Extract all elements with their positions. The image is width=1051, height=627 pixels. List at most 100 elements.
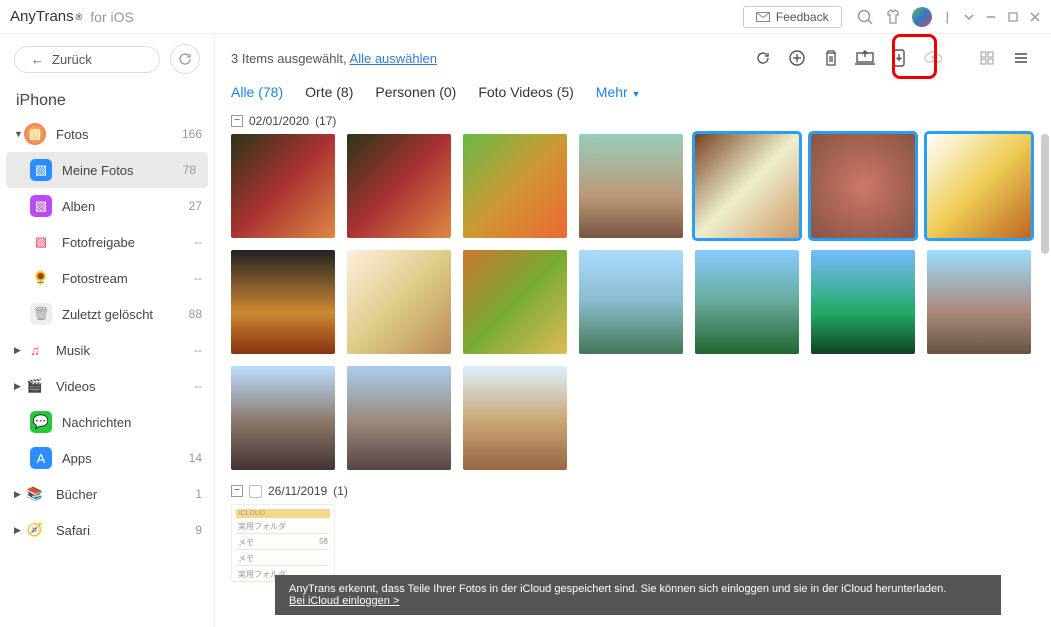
refresh-icon[interactable] bbox=[749, 44, 777, 72]
sidebar-item-meine-fotos[interactable]: ▧Meine Fotos78 bbox=[6, 152, 208, 188]
sidebar-label: Videos bbox=[56, 379, 194, 394]
chevron-down-icon[interactable] bbox=[963, 11, 975, 23]
sidebar-item-fotostream[interactable]: 🌻Fotostream-- bbox=[0, 260, 214, 296]
group-date: 26/11/2019 bbox=[268, 484, 327, 498]
banner-link[interactable]: Bei iCloud einloggen > bbox=[289, 595, 399, 607]
thumbnail-grid: iCLOUD実用フォルダメモ58メモ実用フォルダ bbox=[231, 504, 1035, 582]
sidebar-item-alben[interactable]: ▧Alben27 bbox=[0, 188, 214, 224]
sidebar: ← Zurück iPhone ▼▧Fotos166▧Meine Fotos78… bbox=[0, 34, 215, 627]
tab-personen[interactable]: Personen (0) bbox=[375, 84, 456, 100]
tab-orte[interactable]: Orte (8) bbox=[305, 84, 353, 100]
sidebar-label: Meine Fotos bbox=[62, 163, 183, 178]
photo-thumbnail[interactable]: iCLOUD実用フォルダメモ58メモ実用フォルダ bbox=[231, 504, 335, 582]
to-pc-icon[interactable] bbox=[851, 44, 879, 72]
sidebar-item-videos[interactable]: ▶🎬 Videos-- bbox=[0, 368, 214, 404]
sidebar-item-apps[interactable]: AApps14 bbox=[0, 440, 214, 476]
refresh-button[interactable] bbox=[170, 44, 200, 74]
photo-thumbnail[interactable] bbox=[463, 134, 567, 238]
collapse-icon[interactable]: − bbox=[231, 115, 243, 127]
select-all-link[interactable]: Alle auswählen bbox=[350, 51, 437, 66]
grid-view-icon[interactable] bbox=[973, 44, 1001, 72]
sidebar-label: Fotos bbox=[56, 127, 182, 142]
group-count: (1) bbox=[333, 484, 348, 498]
photo-thumbnail[interactable] bbox=[695, 134, 799, 238]
photo-thumbnail[interactable] bbox=[347, 250, 451, 354]
avatar[interactable] bbox=[912, 7, 932, 27]
checkbox[interactable] bbox=[249, 485, 262, 498]
photo-thumbnail[interactable] bbox=[927, 134, 1031, 238]
list-view-icon[interactable] bbox=[1007, 44, 1035, 72]
photo-thumbnail[interactable] bbox=[811, 250, 915, 354]
minimize-icon[interactable] bbox=[985, 11, 997, 23]
tab-foto[interactable]: Foto Videos (5) bbox=[478, 84, 573, 100]
group-count: (17) bbox=[315, 114, 336, 128]
thumbnail-grid bbox=[231, 134, 1035, 470]
icloud-banner: AnyTrans erkennt, dass Teile Ihrer Fotos… bbox=[275, 575, 1001, 615]
photo-thumbnail[interactable] bbox=[695, 250, 799, 354]
tab-alle[interactable]: Alle (78) bbox=[231, 84, 283, 100]
close-icon[interactable] bbox=[1029, 11, 1041, 23]
photo-thumbnail[interactable] bbox=[579, 250, 683, 354]
caret-icon: ▼ bbox=[14, 129, 24, 139]
sidebar-item-zuletzt-gelöscht[interactable]: 🗑Zuletzt gelöscht88 bbox=[0, 296, 214, 332]
to-cloud-icon[interactable] bbox=[919, 44, 947, 72]
sidebar-count: -- bbox=[194, 379, 202, 393]
collapse-icon[interactable]: − bbox=[231, 485, 243, 497]
search-icon[interactable] bbox=[856, 8, 874, 26]
sidebar-count: 166 bbox=[182, 127, 202, 141]
back-label: Zurück bbox=[52, 52, 92, 67]
feedback-button[interactable]: Feedback bbox=[743, 6, 842, 28]
shirt-icon[interactable] bbox=[884, 8, 902, 26]
sidebar-item-safari[interactable]: ▶🧭Safari9 bbox=[0, 512, 214, 548]
category-icon: ▧ bbox=[30, 159, 52, 181]
registered-mark: ® bbox=[76, 12, 83, 22]
sidebar-label: Fotostream bbox=[62, 271, 194, 286]
category-icon: ▧ bbox=[24, 123, 46, 145]
sidebar-item-nachrichten[interactable]: 💬Nachrichten bbox=[0, 404, 214, 440]
photo-thumbnail[interactable] bbox=[579, 134, 683, 238]
category-icon: 💬 bbox=[30, 411, 52, 433]
photo-thumbnail[interactable] bbox=[463, 366, 567, 470]
category-icon: ▧ bbox=[30, 195, 52, 217]
category-icon: 🎬 bbox=[24, 375, 46, 397]
category-icon: ♫ bbox=[24, 339, 46, 361]
scrollbar[interactable] bbox=[1041, 134, 1049, 254]
sidebar-item-musik[interactable]: ▶♫Musik-- bbox=[0, 332, 214, 368]
sidebar-count: -- bbox=[194, 343, 202, 357]
photo-thumbnail[interactable] bbox=[231, 366, 335, 470]
photo-thumbnail[interactable] bbox=[347, 134, 451, 238]
sidebar-label: Apps bbox=[62, 451, 189, 466]
feedback-label: Feedback bbox=[776, 10, 829, 24]
sidebar-label: Safari bbox=[56, 523, 195, 538]
sidebar-count: 9 bbox=[195, 523, 202, 537]
category-icon: A bbox=[30, 447, 52, 469]
delete-icon[interactable] bbox=[817, 44, 845, 72]
photo-thumbnail[interactable] bbox=[347, 366, 451, 470]
app-brand: AnyTrans ® for iOS bbox=[10, 8, 134, 25]
photo-thumbnail[interactable] bbox=[811, 134, 915, 238]
photo-thumbnail[interactable] bbox=[231, 134, 335, 238]
maximize-icon[interactable] bbox=[1007, 11, 1019, 23]
photo-thumbnail[interactable] bbox=[463, 250, 567, 354]
sidebar-item-fotos[interactable]: ▼▧ Fotos166 bbox=[0, 116, 214, 152]
title-icons: | bbox=[856, 7, 1041, 27]
sidebar-item-fotofreigabe[interactable]: ▧Fotofreigabe-- bbox=[0, 224, 214, 260]
sidebar-tree: ▼▧Fotos166▧Meine Fotos78▧Alben27▧Fotofre… bbox=[0, 116, 214, 627]
arrow-left-icon: ← bbox=[31, 52, 44, 67]
sidebar-count: 27 bbox=[189, 199, 202, 213]
add-icon[interactable] bbox=[783, 44, 811, 72]
caret-icon: ▶ bbox=[14, 381, 24, 392]
photo-thumbnail[interactable] bbox=[231, 250, 335, 354]
back-button[interactable]: ← Zurück bbox=[14, 46, 160, 73]
sidebar-count: 88 bbox=[189, 307, 202, 321]
sidebar-label: Musik bbox=[56, 343, 194, 358]
to-device-icon[interactable] bbox=[885, 44, 913, 72]
photo-thumbnail[interactable] bbox=[927, 250, 1031, 354]
more-menu[interactable]: Mehr ▼ bbox=[596, 84, 641, 100]
banner-text: AnyTrans erkennt, dass Teile Ihrer Fotos… bbox=[289, 583, 987, 595]
date-group-header: −02/01/2020 (17) bbox=[231, 114, 1035, 128]
sidebar-item-bücher[interactable]: ▶📚Bücher1 bbox=[0, 476, 214, 512]
category-icon: 🗑 bbox=[30, 303, 52, 325]
app-suffix: for iOS bbox=[90, 9, 134, 25]
mail-icon bbox=[756, 12, 770, 22]
